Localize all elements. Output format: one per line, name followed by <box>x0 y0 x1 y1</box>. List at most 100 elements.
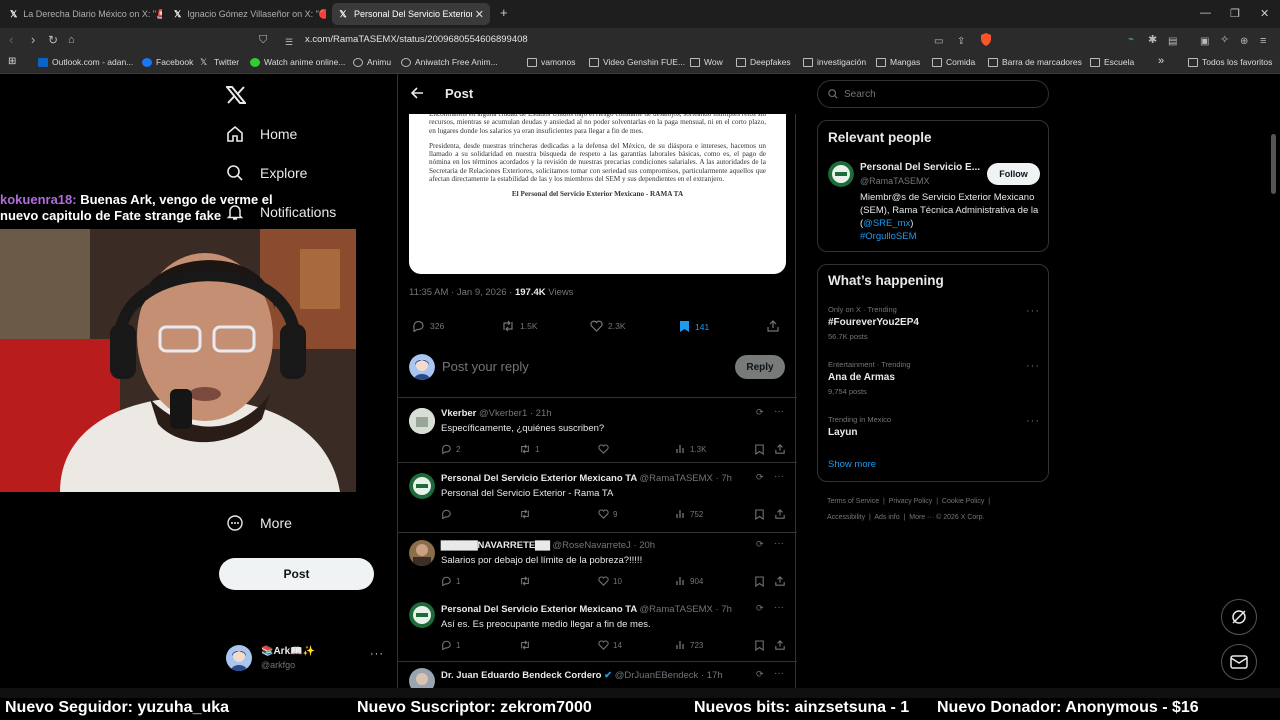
bookmark-item[interactable]: vamonos <box>527 57 576 67</box>
back-icon[interactable]: ‹ <box>9 32 13 48</box>
reply-tweet[interactable]: Vkerber @Vkerber1 · 21h ⟳ ··· Específica… <box>398 398 797 463</box>
forward-icon[interactable]: › <box>31 32 35 48</box>
minimize-icon[interactable]: — <box>1200 7 1211 19</box>
screen-icon[interactable]: ▭ <box>934 34 943 50</box>
repost-action[interactable]: 1 <box>519 444 539 454</box>
more-dots-icon[interactable]: ··· <box>370 648 384 660</box>
new-tab-icon[interactable]: + <box>500 5 508 20</box>
extension-icon[interactable]: ⌁ <box>1128 32 1134 48</box>
leo-ai-icon[interactable]: ✧ <box>1220 32 1229 48</box>
more-dots-icon[interactable]: ··· <box>1026 415 1040 427</box>
share-stat[interactable] <box>767 320 784 332</box>
reply-stat[interactable]: 326 <box>412 320 444 332</box>
more-dots-icon[interactable]: ··· <box>774 406 784 417</box>
reload-icon[interactable]: ↻ <box>48 32 58 48</box>
share-icon[interactable]: ⇪ <box>957 34 965 50</box>
bookmark-item[interactable]: Watch anime online... <box>250 57 345 67</box>
bookmark-item[interactable]: investigación <box>803 57 866 67</box>
trend-item[interactable]: Trending in Mexico Layun ··· <box>828 415 1040 438</box>
bookmark-item[interactable]: Animu <box>353 57 391 67</box>
footer-link[interactable]: Cookie Policy <box>942 498 984 505</box>
share-action[interactable] <box>775 576 789 586</box>
bookmark-item[interactable]: Mangas <box>876 57 920 67</box>
brave-shield-icon[interactable] <box>980 33 992 46</box>
bookmark-stat[interactable]: 141 <box>679 320 709 333</box>
share-action[interactable] <box>775 640 789 650</box>
post-button[interactable]: Post <box>219 558 374 590</box>
footer-link[interactable]: Terms of Service <box>827 498 879 505</box>
like-action[interactable] <box>598 444 613 454</box>
bookmark-item[interactable]: Outlook.com - adan... <box>38 57 133 67</box>
site-info-icon[interactable]: ☰ <box>285 34 293 50</box>
grok-button[interactable] <box>1221 599 1257 635</box>
share-action[interactable] <box>775 509 789 519</box>
person-name[interactable]: Personal Del Servicio E... <box>860 162 980 173</box>
bookmark-item[interactable]: 𝕏 Twitter <box>200 57 239 67</box>
vpn-icon[interactable]: ⊕ <box>1240 34 1248 50</box>
sidebar-toggle-icon[interactable]: ▤ <box>1168 34 1177 50</box>
bookmark-action[interactable] <box>755 509 768 520</box>
bookmark-item[interactable] <box>507 57 521 66</box>
more-dots-icon[interactable]: ··· <box>774 471 784 482</box>
more-dots-icon[interactable]: ··· <box>774 602 784 613</box>
repost-action[interactable] <box>519 640 535 650</box>
reply-tweet[interactable]: Personal Del Servicio Exterior Mexicano … <box>398 597 797 662</box>
reply-tweet[interactable]: Dr. Juan Eduardo Bendeck Cordero ✔ @DrJu… <box>398 663 797 688</box>
trend-item[interactable]: Entertainment · Trending Ana de Armas 9,… <box>828 360 1040 396</box>
reply-button[interactable]: Reply <box>735 355 785 379</box>
grok-icon[interactable]: ⟳ <box>756 539 764 550</box>
bio-hashtag-link[interactable]: #OrgulloSEM <box>860 231 917 242</box>
like-action[interactable]: 9 <box>598 509 617 519</box>
grok-icon[interactable]: ⟳ <box>756 669 764 680</box>
grok-icon[interactable]: ⟳ <box>756 472 764 483</box>
grok-icon[interactable]: ⟳ <box>756 407 764 418</box>
grok-icon[interactable]: ⟳ <box>756 603 764 614</box>
trend-item[interactable]: Only on X · Trending #FoureverYou2EP4 56… <box>828 305 1040 341</box>
views-action[interactable]: 904 <box>676 576 703 586</box>
close-tab-icon[interactable]: ✕ <box>475 8 484 21</box>
x-logo[interactable] <box>226 86 246 104</box>
bookmark-item[interactable]: Escuela <box>1090 57 1134 67</box>
bookmark-item[interactable]: Aniwatch Free Anim... <box>401 57 498 67</box>
search-input[interactable]: Search <box>817 80 1049 108</box>
repost-stat[interactable]: 1.5K <box>501 320 538 332</box>
like-action[interactable]: 10 <box>598 576 622 586</box>
messages-button[interactable] <box>1221 644 1257 680</box>
bookmark-item[interactable]: Comida <box>932 57 975 67</box>
nav-home[interactable]: Home <box>226 125 297 143</box>
more-bookmarks-icon[interactable]: » <box>1158 55 1164 67</box>
repost-action[interactable] <box>519 509 535 519</box>
repost-action[interactable] <box>519 576 535 586</box>
menu-icon[interactable]: ≡ <box>1260 33 1266 49</box>
reply-tweet[interactable]: Personal Del Servicio Exterior Mexicano … <box>398 463 797 528</box>
follow-button[interactable]: Follow <box>987 163 1040 185</box>
bookmark-action[interactable] <box>755 640 768 651</box>
bookmark-item[interactable]: Facebook <box>142 57 193 67</box>
nav-more[interactable]: More <box>226 514 292 532</box>
scrollbar[interactable] <box>1271 134 1276 194</box>
share-action[interactable] <box>775 444 789 454</box>
more-dots-icon[interactable]: ··· <box>774 668 784 679</box>
all-favorites[interactable]: Todos los favoritos <box>1188 57 1272 67</box>
reply-action[interactable]: 2 <box>441 444 460 454</box>
bookmark-item[interactable]: Barra de marcadores <box>988 57 1082 67</box>
browser-tab[interactable]: 𝕏 Ignacio Gómez Villaseñor on X: "🔴 <box>168 3 326 25</box>
bookmark-item[interactable]: Video Genshin FUE... <box>589 57 685 67</box>
bookmark-item[interactable]: Wow <box>690 57 723 67</box>
browser-tab[interactable]: 𝕏 La Derecha Diario México on X: "🚨 <box>4 3 162 25</box>
views-action[interactable]: 723 <box>676 640 703 650</box>
browser-tab-active[interactable]: 𝕏 Personal Del Servicio Exterior Me ✕ <box>332 3 490 25</box>
like-action[interactable]: 14 <box>598 640 622 650</box>
footer-link[interactable]: Privacy Policy <box>889 498 933 505</box>
bio-mention-link[interactable]: @SRE_mx <box>863 218 910 229</box>
like-stat[interactable]: 2.3K <box>590 320 626 332</box>
bookmark-page-icon[interactable]: ⛉ <box>259 32 267 48</box>
footer-link[interactable]: Ads info <box>874 514 899 521</box>
reply-action[interactable] <box>441 509 456 519</box>
more-dots-icon[interactable]: ··· <box>1026 305 1040 317</box>
url-input[interactable]: x.com/RamaTASEMX/status/2009680554606899… <box>305 34 528 45</box>
views-action[interactable]: 1.3K <box>676 444 706 454</box>
account-switcher[interactable]: 📚Ark📖✨ @arkfgo ··· <box>226 644 386 674</box>
nav-explore[interactable]: Explore <box>226 164 307 182</box>
back-arrow-icon[interactable] <box>410 86 424 100</box>
